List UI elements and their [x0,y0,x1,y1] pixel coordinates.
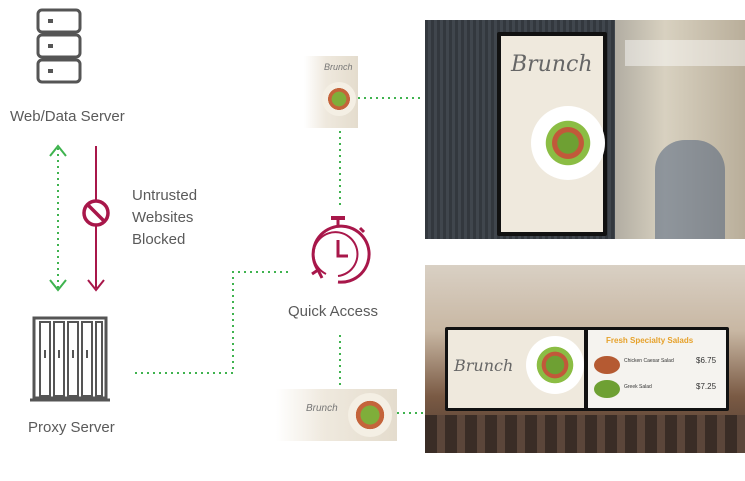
display-left: Brunch [448,330,584,408]
web-server-label: Web/Data Server [10,108,125,125]
display-screen: Brunch [501,36,605,232]
menu-item-1-price: $6.75 [696,356,717,365]
blocked-line-1: Untrusted [132,187,198,204]
menu-item-2-image [594,380,620,398]
menu-item-2-price: $7.25 [696,382,717,391]
display2-brunch-text: Brunch [454,356,514,375]
top-thumbnail: Brunch [304,56,358,128]
blocked-text: Untrusted Websites Blocked [132,185,197,251]
salad-plate-thumb [322,82,356,116]
menu-item-1-image [594,356,620,374]
bottom-thumbnail: Brunch [276,389,397,441]
display-salad [531,106,605,180]
blocked-line-3: Blocked [132,231,186,248]
store-photo-top: Brunch [425,20,745,239]
portrait-display: Brunch [497,32,607,236]
blocked-icon [81,198,111,228]
display2-salad [526,336,584,394]
menu-item-1-name: Chicken Caesar Salad [624,358,674,364]
proxy-server-icon [30,314,110,410]
proxy-link-line [135,271,290,374]
quick-access-label: Quick Access [288,303,379,320]
counter [425,415,745,453]
menu-title: Fresh Specialty Salads [606,336,694,345]
thumb-brunch-text: Brunch [324,62,353,72]
shopper-blur [655,140,725,239]
blocked-line-2: Websites [132,209,194,226]
display-brunch-text: Brunch [511,52,593,77]
menu-item-2-name: Greek Salad [624,384,652,390]
landscape-displays: Brunch Fresh Specialty Salads Chicken Ca… [445,327,729,411]
salad-plate-thumb2 [348,393,392,437]
store-sign-blur [625,40,745,66]
server-icon [36,8,82,84]
display-right: Fresh Specialty Salads Chicken Caesar Sa… [588,330,726,408]
thumb2-brunch-text: Brunch [306,403,338,414]
proxy-server-label: Proxy Server [28,419,115,436]
store-photo-bottom: Brunch Fresh Specialty Salads Chicken Ca… [425,265,745,453]
stopwatch-icon [304,214,372,286]
